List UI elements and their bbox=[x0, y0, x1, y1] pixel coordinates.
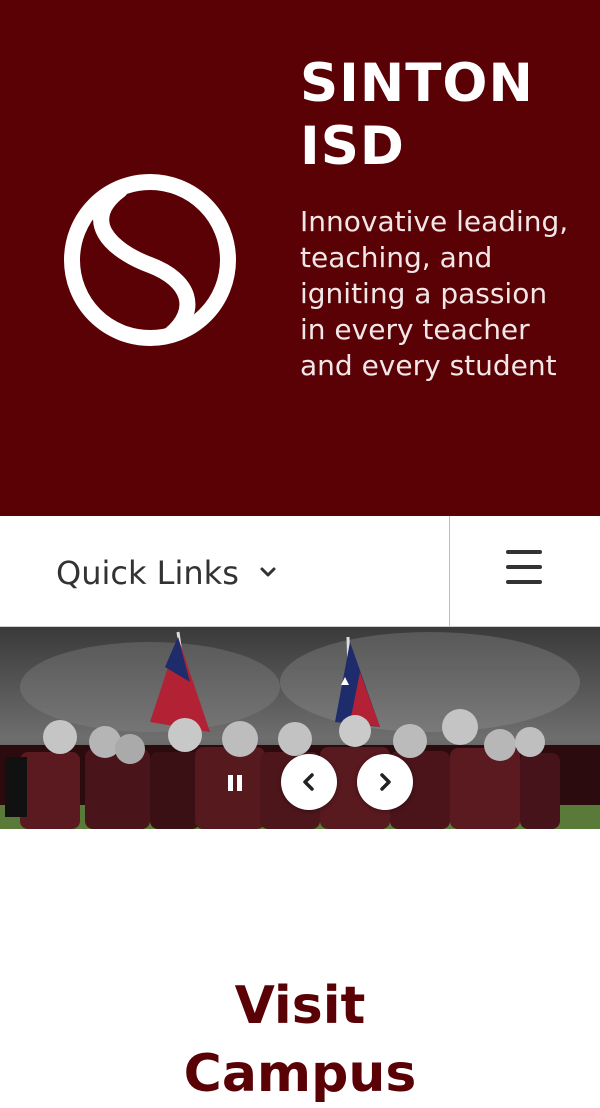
site-tagline: Innovative leading, teaching, and igniti… bbox=[300, 205, 569, 382]
nav-divider bbox=[449, 516, 450, 626]
visit-campus-heading: Visit Campus bbox=[0, 972, 600, 1108]
menu-bar-bottom bbox=[506, 580, 542, 584]
site-title-line-1: SINTON bbox=[300, 53, 534, 114]
chevron-right-icon bbox=[380, 773, 391, 791]
pause-icon-bar-left bbox=[228, 775, 233, 791]
quick-links-label: Quick Links bbox=[56, 554, 239, 592]
section-title-line-2: Campus bbox=[183, 1044, 417, 1104]
pause-icon-bar-right bbox=[237, 775, 242, 791]
carousel-pause-button[interactable] bbox=[224, 773, 246, 795]
menu-bar-top bbox=[506, 550, 542, 554]
chevron-down-icon bbox=[260, 567, 276, 577]
site-title-line-2: ISD bbox=[300, 116, 405, 177]
carousel-next-button[interactable] bbox=[357, 754, 413, 810]
hamburger-menu-button[interactable] bbox=[500, 550, 548, 592]
chevron-left-icon bbox=[303, 773, 314, 791]
section-title-line-1: Visit bbox=[234, 976, 366, 1036]
menu-bar-middle bbox=[506, 565, 542, 569]
district-logo-icon[interactable] bbox=[60, 170, 240, 350]
carousel-previous-button[interactable] bbox=[281, 754, 337, 810]
quick-links-dropdown[interactable]: Quick Links bbox=[56, 554, 277, 592]
site-header: SINTON ISD Innovative leading, teaching,… bbox=[0, 0, 600, 516]
navigation-bar: Quick Links bbox=[0, 516, 600, 627]
site-title[interactable]: SINTON ISD bbox=[300, 52, 560, 178]
